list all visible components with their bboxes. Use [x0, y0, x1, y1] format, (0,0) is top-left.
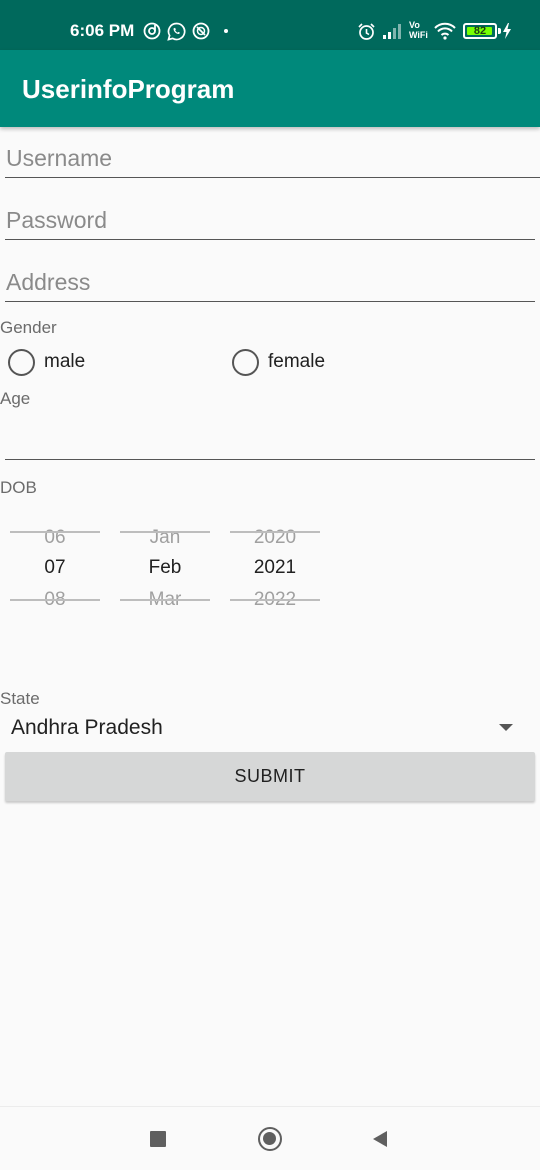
dropdown-arrow-icon[interactable] [499, 724, 513, 731]
day-picker[interactable]: 06 07 08 [10, 525, 100, 610]
status-time: 6:06 PM [70, 21, 135, 40]
password-field[interactable] [5, 200, 535, 240]
day-divider-bottom [10, 599, 100, 601]
app-title: UserinfoProgram [22, 74, 235, 104]
whatsapp-icon [167, 22, 186, 41]
age-input[interactable] [5, 420, 535, 460]
gender-label: Gender [0, 318, 57, 337]
radio-female-circle[interactable] [232, 348, 259, 376]
address-field[interactable] [5, 262, 535, 302]
data-saver-icon [192, 22, 210, 40]
password-underline [5, 239, 535, 240]
back-icon[interactable] [373, 1131, 387, 1147]
radio-female-label[interactable]: female [268, 351, 325, 373]
age-underline [5, 459, 535, 460]
month-divider-bottom [120, 599, 210, 601]
battery-icon: 82 [463, 23, 497, 39]
month-current[interactable]: Feb [120, 557, 210, 579]
state-label: State [0, 689, 40, 708]
password-input[interactable] [5, 200, 535, 240]
username-input[interactable] [5, 138, 540, 178]
state-spinner[interactable]: Andhra Pradesh [11, 716, 163, 740]
app-bar: UserinfoProgram [0, 50, 540, 127]
month-picker[interactable]: Jan Feb Mar [120, 525, 210, 610]
day-divider-top [10, 531, 100, 533]
radio-female[interactable]: female [232, 347, 325, 377]
age-label: Age [0, 389, 31, 408]
radio-male[interactable]: male [8, 347, 85, 377]
address-input[interactable] [5, 262, 535, 302]
dob-label: DOB [0, 478, 37, 497]
year-divider-bottom [230, 599, 320, 601]
month-divider-top [120, 531, 210, 533]
signal-icon [383, 24, 401, 39]
year-current[interactable]: 2021 [230, 557, 320, 579]
age-field[interactable] [5, 420, 535, 460]
vowifi-icon: Vo WiFi [409, 20, 428, 40]
submit-button[interactable]: SUBMIT [5, 752, 535, 801]
notification-dot [224, 29, 228, 33]
wifi-icon [434, 22, 456, 40]
battery-tip [498, 28, 501, 34]
day-current[interactable]: 07 [10, 557, 100, 579]
alarm-icon [358, 23, 375, 40]
recents-icon[interactable] [150, 1131, 166, 1147]
year-divider-top [230, 531, 320, 533]
home-icon-inner [263, 1132, 276, 1145]
battery-percentage: 82 [473, 25, 487, 37]
username-underline [5, 177, 540, 178]
home-icon[interactable] [258, 1127, 282, 1151]
radio-male-circle[interactable] [8, 348, 35, 376]
radio-male-label[interactable]: male [44, 351, 85, 373]
tiktok-icon [143, 22, 161, 40]
address-underline [5, 301, 535, 302]
username-field[interactable] [5, 138, 540, 178]
charging-icon [503, 23, 511, 39]
navigation-bar [0, 1106, 540, 1170]
year-picker[interactable]: 2020 2021 2022 [230, 525, 320, 610]
status-bar: 6:06 PM Vo WiFi 82 [0, 0, 540, 50]
